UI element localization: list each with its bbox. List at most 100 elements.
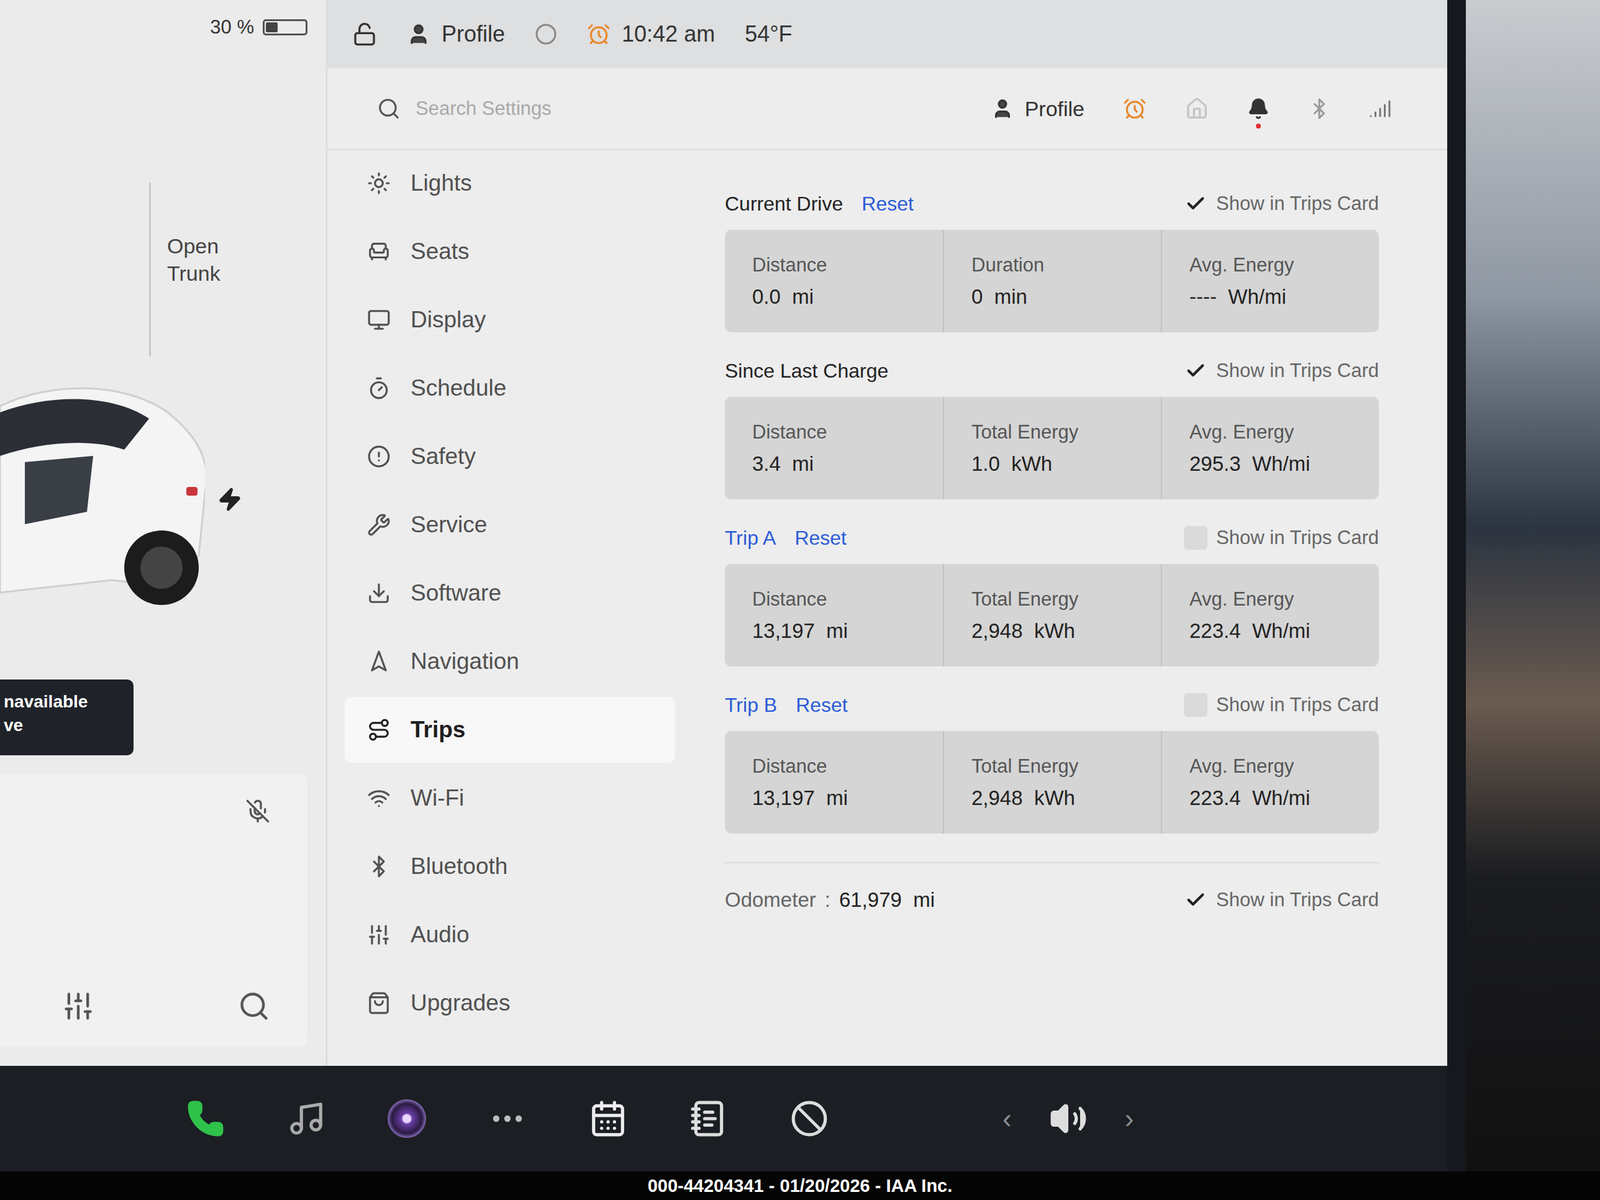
odometer-separator: :: [824, 888, 831, 912]
search-input[interactable]: Search Settings: [415, 97, 977, 120]
section-header: Trip A Reset Show in Trips Card: [724, 521, 1379, 555]
disabled-button[interactable]: [790, 1099, 829, 1138]
stat: Avg. Energy295.3 Wh/mi: [1160, 396, 1379, 500]
dock: ‹›: [0, 1065, 1448, 1172]
checkbox[interactable]: [1183, 359, 1208, 383]
more-button[interactable]: [488, 1099, 527, 1138]
profile-button[interactable]: Profile: [406, 21, 505, 48]
checkbox[interactable]: [1183, 693, 1208, 717]
navigation-icon: [367, 649, 391, 674]
show-in-trips-card[interactable]: Show in Trips Card: [1183, 526, 1379, 550]
section-title[interactable]: Trip A: [724, 526, 776, 550]
volume-down[interactable]: ‹: [1002, 1103, 1012, 1135]
section-title[interactable]: Trip B: [724, 693, 778, 717]
stat-value: 0 min: [971, 285, 1134, 309]
sidebar-item[interactable]: Display: [344, 286, 676, 353]
section-header: Trip B Reset Show in Trips Card: [724, 688, 1379, 722]
section-header: Since Last ChargeShow in Trips Card: [724, 354, 1379, 387]
charge-icon[interactable]: [217, 486, 243, 512]
main: 30 % Open Trunk navailableve Profile 10:42 a…: [0, 0, 1600, 1172]
sliders-icon[interactable]: [62, 990, 95, 1023]
ban-icon: [790, 1099, 829, 1138]
stat: Avg. Energy---- Wh/mi: [1160, 229, 1379, 333]
stat: Duration 0 min: [942, 229, 1161, 333]
sidebar-item[interactable]: Safety: [344, 423, 676, 490]
stat-value: 2,948 kWh: [971, 619, 1134, 643]
alarm-icon[interactable]: [1122, 96, 1147, 121]
stat-label: Total Energy: [971, 588, 1134, 611]
trunk-area: Open Trunk: [0, 45, 327, 357]
camera-button[interactable]: [387, 1099, 427, 1138]
more-icon: [488, 1099, 527, 1138]
search-icon[interactable]: [237, 990, 271, 1023]
sidebar-item[interactable]: Service: [344, 491, 676, 558]
sidebar-item[interactable]: Trips: [344, 696, 676, 763]
card-row: [62, 798, 271, 824]
stat-label: Duration: [971, 254, 1134, 277]
sidebar-item[interactable]: Seats: [344, 218, 676, 285]
unlock-icon[interactable]: [352, 21, 378, 47]
settings-panel: Profile10:42 am54°FSearch SettingsProfil…: [327, 0, 1448, 1066]
stat: Avg. Energy223.4 Wh/mi: [1160, 731, 1379, 834]
stat: Distance0.0 mi: [724, 229, 943, 333]
home-icon[interactable]: [1185, 96, 1209, 121]
checkbox[interactable]: [1183, 526, 1208, 550]
volume-icon[interactable]: [1049, 1099, 1088, 1138]
notebook-icon: [689, 1099, 728, 1138]
open-trunk-button[interactable]: Open Trunk: [167, 232, 248, 357]
show-in-trips-card[interactable]: Show in Trips Card: [1183, 359, 1379, 383]
dashboard-background: [1465, 0, 1600, 1172]
car-panel: 30 % Open Trunk navailableve: [0, 0, 328, 1066]
settings-body: LightsSeatsDisplayScheduleSafetyServiceS…: [327, 150, 1448, 1066]
mute-icon[interactable]: [245, 798, 271, 824]
show-in-trips-card[interactable]: Show in Trips Card: [1183, 888, 1379, 912]
header-icons: Profile: [991, 96, 1392, 122]
notifications[interactable]: [1247, 97, 1270, 120]
reset-button[interactable]: Reset: [794, 526, 847, 550]
search-icon: [377, 96, 401, 121]
sidebar-item[interactable]: Lights: [344, 150, 676, 217]
stat: Distance3.4 mi: [724, 396, 943, 500]
stat-value: 0.0 mi: [752, 285, 916, 309]
profile-button[interactable]: Profile: [991, 96, 1085, 122]
seat-icon: [367, 239, 391, 264]
sidebar-item[interactable]: Bluetooth: [344, 833, 676, 900]
alarm-icon: [586, 22, 611, 46]
stat-value: 3.4 mi: [752, 452, 916, 476]
sidebar-item[interactable]: Wi-Fi: [344, 765, 676, 832]
show-in-trips-card[interactable]: Show in Trips Card: [1183, 191, 1379, 216]
trip-section: Trip AResetShow in Trips CardDistance13,…: [724, 521, 1379, 667]
manual-button[interactable]: [689, 1099, 728, 1138]
toast: navailableve: [0, 679, 134, 756]
signal-icon: [1368, 97, 1392, 120]
stat-value: 2,948 kWh: [971, 786, 1134, 810]
check-icon: [1185, 889, 1207, 911]
clock: 10:42 am: [586, 21, 715, 48]
stat-value: ---- Wh/mi: [1189, 285, 1352, 309]
sidebar-item[interactable]: Software: [344, 560, 676, 627]
phone-button[interactable]: [186, 1099, 225, 1138]
checkbox[interactable]: [1183, 888, 1208, 912]
sidebar-item[interactable]: Audio: [344, 901, 676, 968]
battery-text: 30 %: [209, 16, 255, 39]
stat-label: Avg. Energy: [1189, 755, 1352, 778]
wifi-icon: [367, 786, 391, 810]
calendar-button[interactable]: [588, 1099, 628, 1138]
bluetooth-icon[interactable]: [1308, 97, 1331, 120]
upper-area: 30 % Open Trunk navailableve Profile 10:42 a…: [0, 0, 1448, 1066]
odometer-row: Odometer:61,979 miShow in Trips Card: [724, 862, 1379, 912]
sidebar-item[interactable]: Navigation: [344, 628, 676, 695]
volume-up[interactable]: ›: [1124, 1103, 1135, 1135]
music-button[interactable]: [286, 1099, 326, 1138]
show-in-trips-card[interactable]: Show in Trips Card: [1183, 693, 1379, 717]
sidebar-item[interactable]: Schedule: [344, 355, 676, 422]
reset-button[interactable]: Reset: [861, 192, 914, 216]
checkbox[interactable]: [1183, 191, 1208, 216]
car-icon[interactable]: [0, 368, 205, 630]
sidebar-item[interactable]: Upgrades: [344, 970, 676, 1037]
user-icon: [406, 22, 431, 46]
reset-button[interactable]: Reset: [795, 693, 848, 717]
sun-icon: [367, 171, 391, 196]
stat-value: 13,197 mi: [752, 619, 916, 643]
section-header: Current DriveResetShow in Trips Card: [724, 187, 1379, 220]
